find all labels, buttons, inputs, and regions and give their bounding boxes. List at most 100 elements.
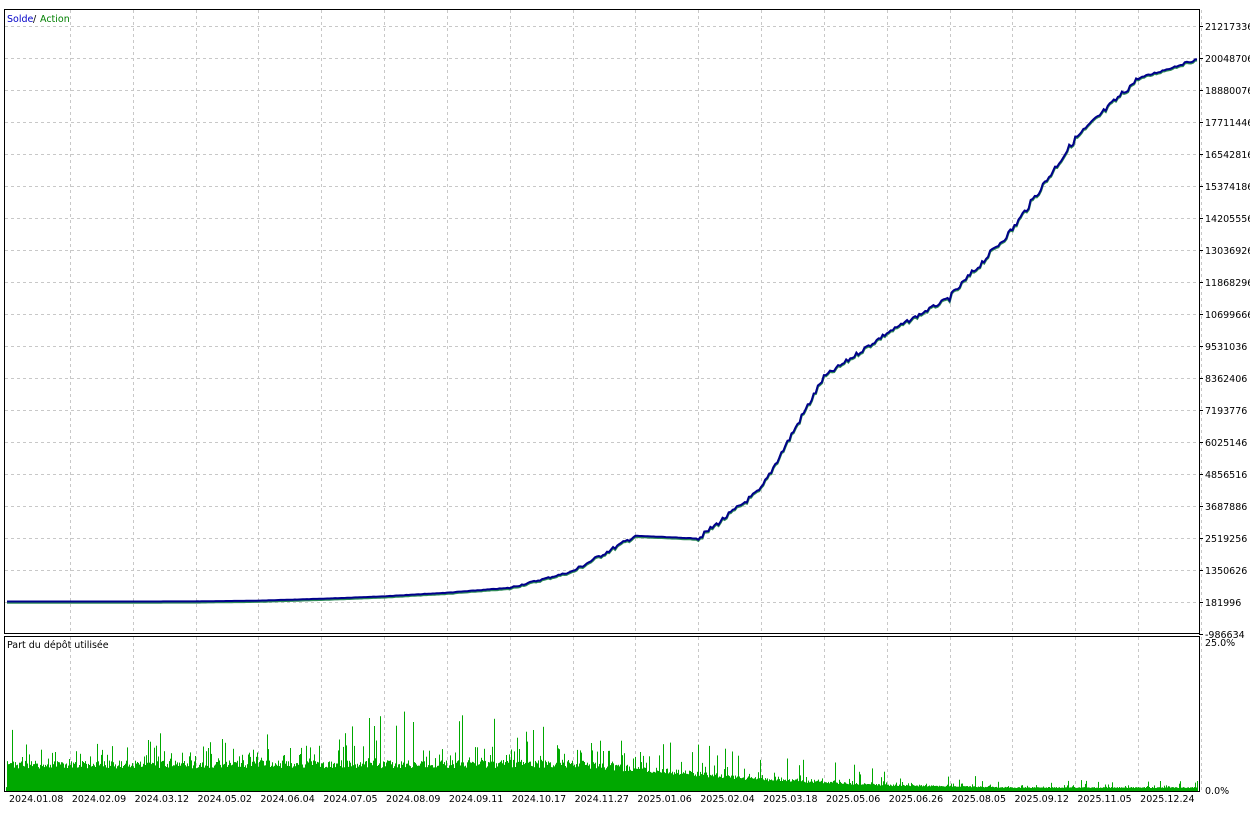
usage-bar (945, 786, 946, 791)
usage-bar (266, 760, 267, 791)
usage-bar (729, 776, 730, 791)
usage-bar (134, 767, 135, 791)
usage-bar (896, 782, 897, 791)
usage-bar (167, 763, 168, 791)
usage-bar (590, 768, 591, 791)
usage-bar (903, 784, 904, 791)
y-tick-label: 14205556 (1205, 214, 1250, 225)
y-tick-label: 16542816 (1205, 150, 1250, 161)
usage-bar (1139, 787, 1140, 791)
usage-bar (270, 767, 271, 791)
usage-bar (698, 744, 699, 791)
usage-bar (511, 749, 512, 791)
usage-bar (707, 775, 708, 791)
y-tick-label: 11868296 (1205, 278, 1250, 289)
usage-bar (1097, 787, 1098, 791)
usage-bar (747, 777, 748, 791)
usage-bar (322, 763, 323, 791)
usage-bar (280, 763, 281, 791)
usage-bar (769, 779, 770, 791)
usage-bar (539, 767, 540, 791)
usage-bar (927, 786, 928, 791)
usage-bar (16, 765, 17, 791)
usage-bar (906, 784, 907, 791)
usage-bar (752, 778, 753, 791)
usage-bar (265, 765, 266, 791)
usage-bar (631, 770, 632, 791)
usage-bar (225, 742, 226, 791)
usage-bar (150, 741, 151, 791)
usage-bar (299, 755, 300, 791)
usage-bar (373, 760, 374, 791)
usage-bar (1019, 787, 1020, 791)
usage-bar (1013, 787, 1014, 791)
usage-bar (601, 767, 602, 791)
usage-bar (25, 760, 26, 791)
usage-bar (909, 785, 910, 791)
usage-bar (837, 782, 838, 791)
usage-bar (914, 785, 915, 791)
usage-bar (523, 762, 524, 791)
usage-bar (1079, 787, 1080, 791)
y-axis-ticks: 21217336 20048706 18880076 17711446 16542816… (1199, 22, 1250, 797)
usage-bar (1131, 787, 1132, 791)
usage-bar (1016, 788, 1017, 791)
usage-bar (464, 766, 465, 791)
usage-bar (789, 779, 790, 791)
usage-bar (1101, 787, 1102, 791)
usage-bar (668, 773, 669, 791)
usage-bar (1089, 787, 1090, 791)
usage-bar (389, 760, 390, 791)
bottom-panel-title: Part du dépôt utilisée (7, 640, 109, 651)
usage-bar (838, 784, 839, 791)
usage-bar (344, 767, 345, 791)
usage-bar (810, 781, 811, 791)
usage-bar (595, 762, 596, 791)
usage-bar (1085, 783, 1086, 791)
usage-bar (262, 760, 263, 791)
usage-bar (665, 773, 666, 791)
usage-bar (693, 773, 694, 791)
usage-bar (163, 760, 164, 791)
usage-bar (176, 764, 177, 791)
usage-bar (1083, 787, 1084, 791)
usage-bar (1111, 787, 1112, 791)
usage-bar (717, 755, 718, 791)
usage-bar (141, 766, 142, 791)
usage-bar (624, 753, 625, 791)
usage-bar (554, 766, 555, 791)
usage-bar (236, 762, 237, 791)
usage-bar (882, 785, 883, 791)
usage-bar (857, 784, 858, 791)
usage-bar (1132, 787, 1133, 791)
usage-bar (9, 764, 10, 791)
usage-bar (792, 779, 793, 791)
usage-bar (1041, 787, 1042, 791)
usage-bar (741, 778, 742, 791)
usage-bar (377, 766, 378, 791)
usage-bar (779, 779, 780, 791)
usage-bar (793, 780, 794, 791)
usage-bar (1163, 787, 1164, 791)
usage-bar (414, 762, 415, 791)
usage-bar (79, 765, 80, 791)
usage-bar (395, 763, 396, 791)
usage-bar (420, 763, 421, 791)
usage-bar (328, 762, 329, 791)
usage-bar (716, 773, 717, 791)
usage-bar (1168, 786, 1169, 791)
usage-bar (204, 767, 205, 791)
usage-bar (169, 761, 170, 791)
usage-bar (153, 763, 154, 791)
x-tick-label: 2025.09.12 (1014, 794, 1068, 805)
usage-bar (440, 761, 441, 791)
usage-bar (1159, 787, 1160, 791)
usage-bar (578, 766, 579, 791)
usage-bar (918, 786, 919, 791)
usage-bar (970, 786, 971, 791)
usage-bar (926, 783, 927, 791)
usage-bar (441, 760, 442, 791)
usage-bar (369, 718, 370, 791)
usage-bar (182, 752, 183, 791)
usage-bar (1121, 787, 1122, 791)
